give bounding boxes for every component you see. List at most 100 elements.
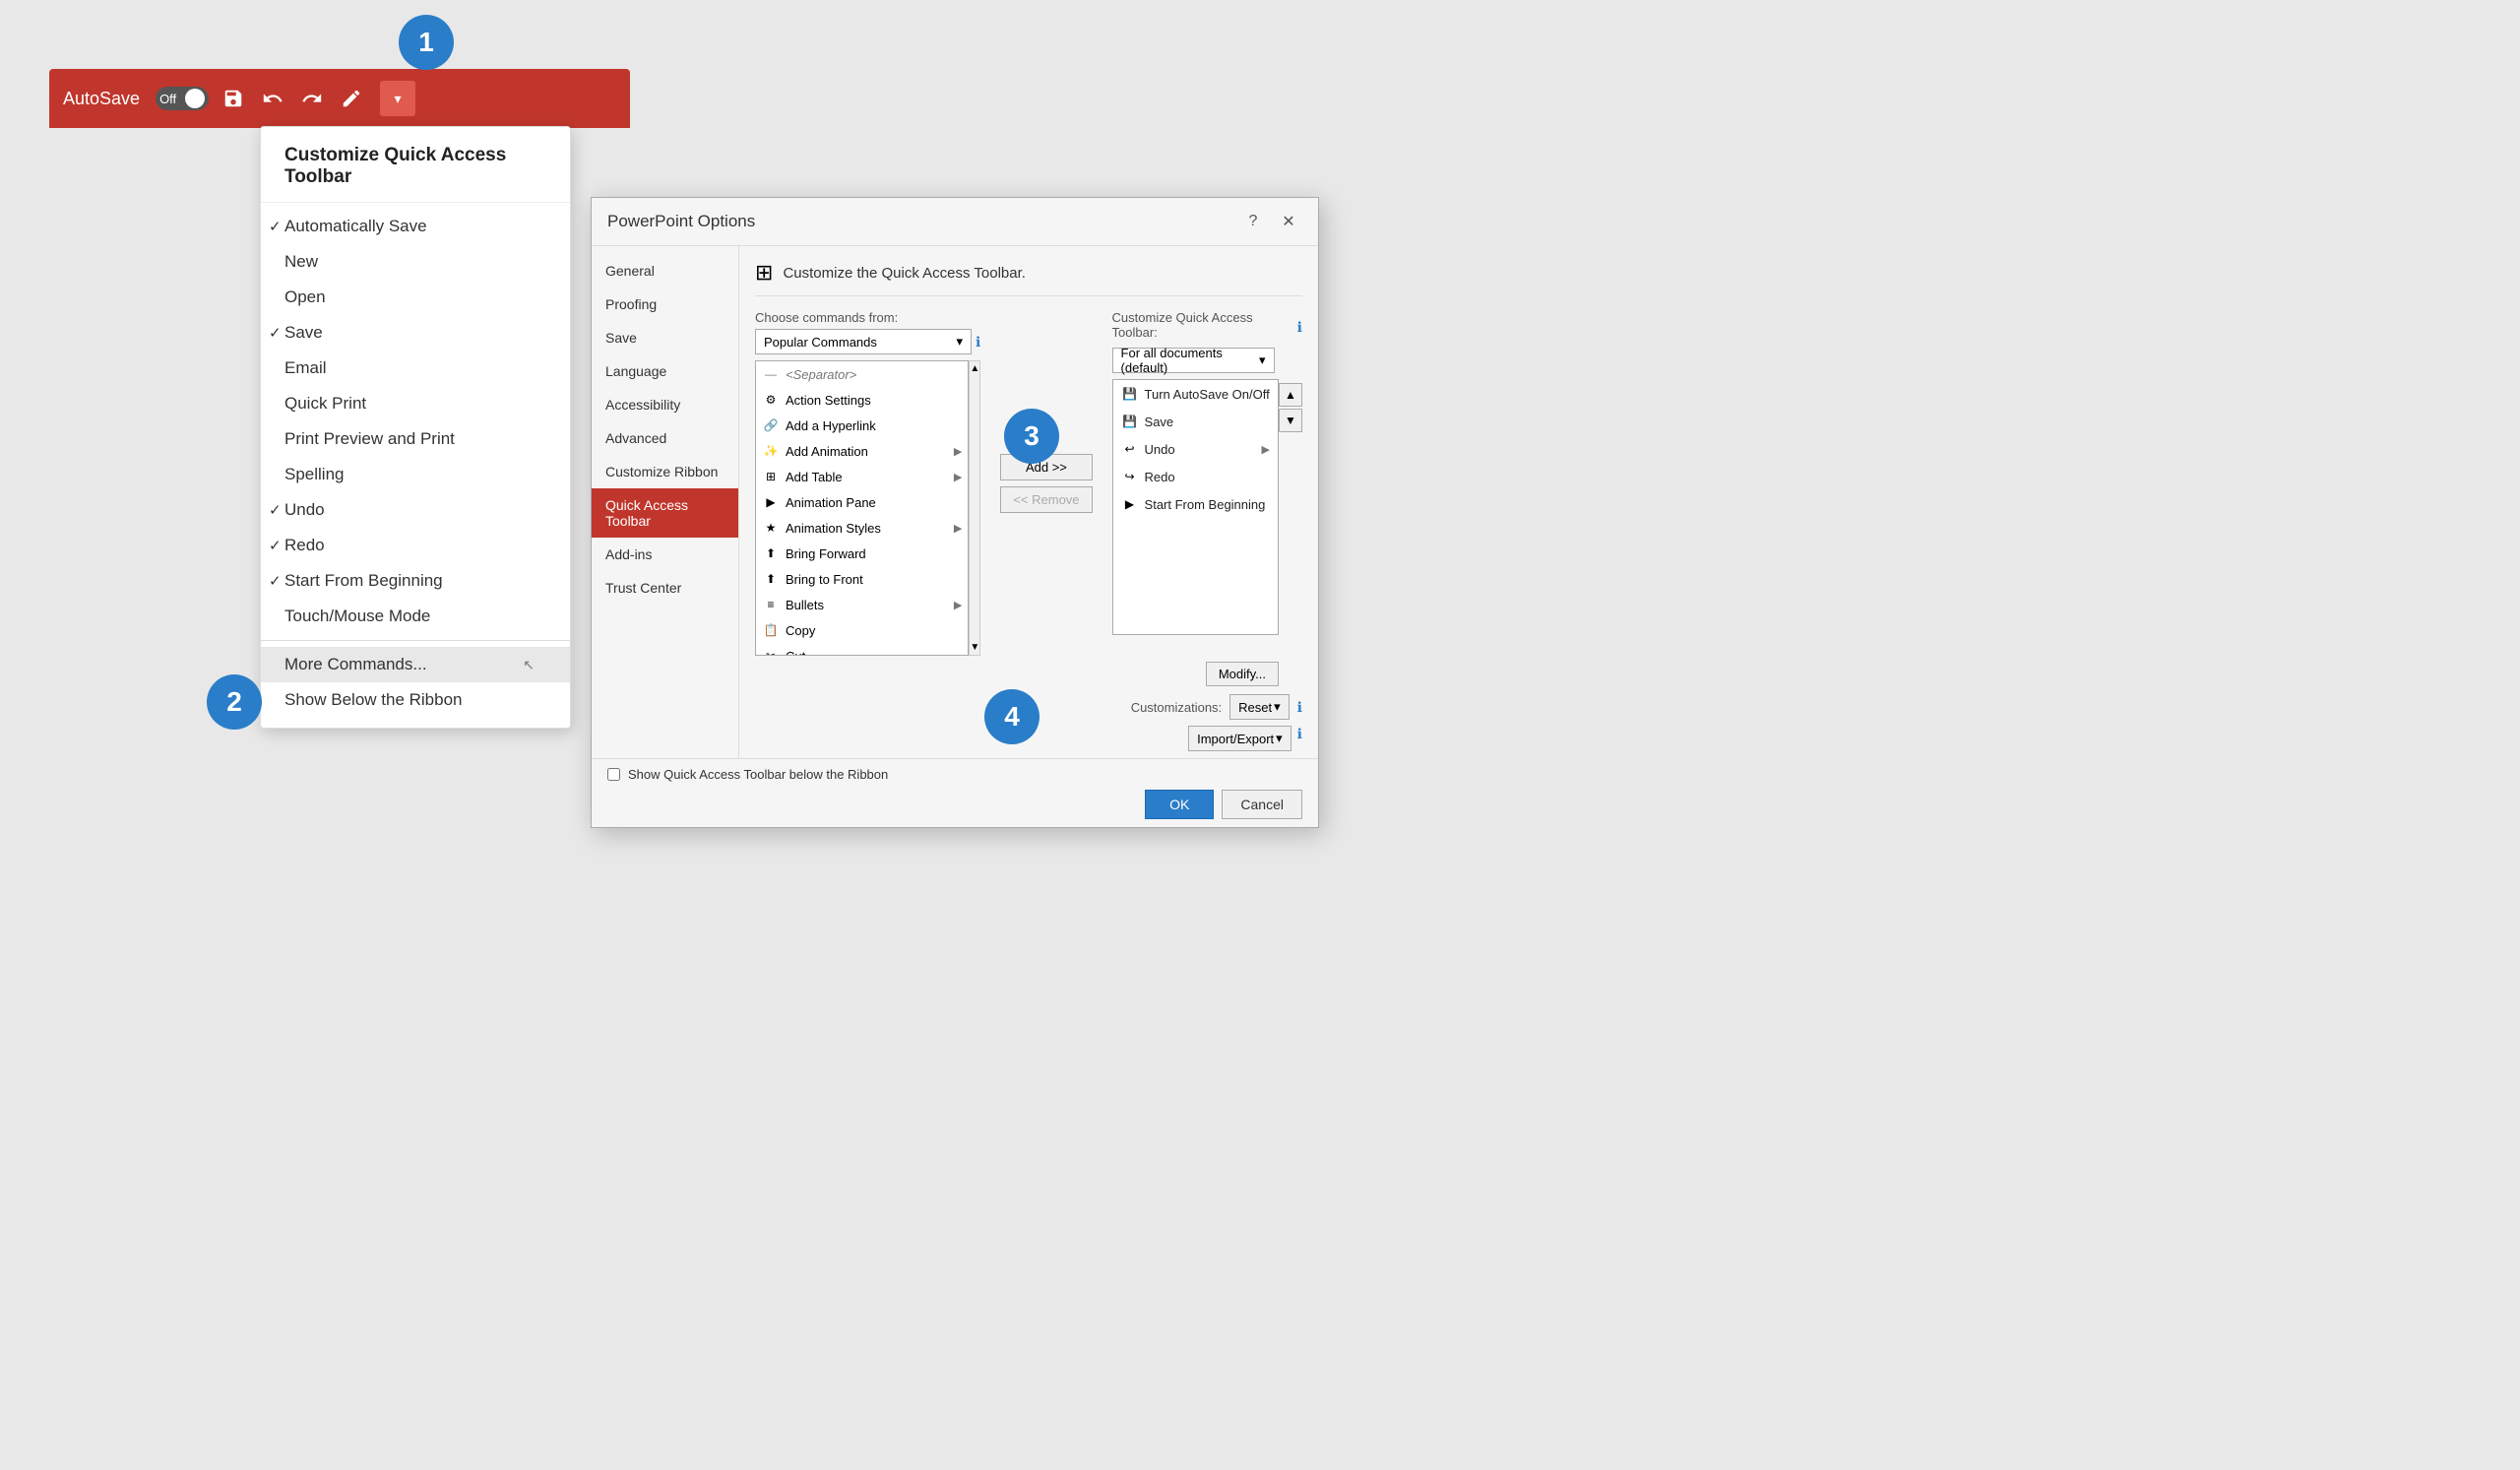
qat-item-start-from-beginning[interactable]: ▶ Start From Beginning bbox=[1113, 490, 1278, 518]
dialog-footer: Show Quick Access Toolbar below the Ribb… bbox=[592, 758, 1318, 827]
qat-item-save[interactable]: 💾 Save bbox=[1113, 408, 1278, 435]
sidebar-item-quick-access-toolbar[interactable]: Quick Access Toolbar bbox=[592, 488, 738, 538]
qat-scope-select[interactable]: For all documents (default) ▾ bbox=[1112, 348, 1275, 373]
add-table-icon: ⊞ bbox=[762, 468, 780, 485]
sidebar-item-advanced[interactable]: Advanced bbox=[592, 421, 738, 455]
step-bubble-1: 1 bbox=[399, 15, 454, 70]
step-bubble-3: 3 bbox=[1004, 409, 1059, 464]
commands-list[interactable]: — <Separator> ⚙ Action Settings 🔗 Add a … bbox=[755, 360, 969, 656]
menu-item-start-from-beginning[interactable]: Start From Beginning bbox=[261, 563, 570, 599]
command-add-table[interactable]: ⊞ Add Table ▶ bbox=[756, 464, 968, 489]
undo-icon[interactable] bbox=[258, 84, 287, 113]
add-remove-col: Add >> << Remove bbox=[994, 310, 1098, 656]
cancel-button[interactable]: Cancel bbox=[1222, 790, 1302, 819]
choose-commands-label: Choose commands from: bbox=[755, 310, 980, 325]
sidebar-item-proofing[interactable]: Proofing bbox=[592, 288, 738, 321]
command-copy[interactable]: 📋 Copy bbox=[756, 617, 968, 643]
dialog-controls: ? ✕ bbox=[1239, 208, 1302, 235]
dialog-close-button[interactable]: ✕ bbox=[1275, 208, 1302, 235]
sidebar-item-customize-ribbon[interactable]: Customize Ribbon bbox=[592, 455, 738, 488]
menu-item-auto-save[interactable]: Automatically Save bbox=[261, 209, 570, 244]
command-action-settings[interactable]: ⚙ Action Settings bbox=[756, 387, 968, 413]
customizations-label: Customizations: bbox=[1131, 700, 1222, 715]
move-up-button[interactable]: ▲ bbox=[1279, 383, 1302, 407]
command-bring-to-front[interactable]: ⬆ Bring to Front bbox=[756, 566, 968, 592]
bring-forward-icon: ⬆ bbox=[762, 544, 780, 562]
qat-item-redo[interactable]: ↪ Redo bbox=[1113, 463, 1278, 490]
powerpoint-options-dialog: PowerPoint Options ? ✕ General Proofing … bbox=[591, 197, 1319, 828]
dialog-header: ⊞ Customize the Quick Access Toolbar. bbox=[755, 260, 1302, 296]
menu-item-spelling[interactable]: Spelling bbox=[261, 457, 570, 492]
command-bullets[interactable]: ≡ Bullets ▶ bbox=[756, 592, 968, 617]
dialog-header-text: Customize the Quick Access Toolbar. bbox=[783, 265, 1026, 282]
animation-pane-icon: ▶ bbox=[762, 493, 780, 511]
show-below-ribbon-row: Show Quick Access Toolbar below the Ribb… bbox=[607, 767, 1302, 782]
cut-icon: ✂ bbox=[762, 647, 780, 656]
menu-item-more-commands[interactable]: More Commands... ↖ bbox=[261, 647, 570, 682]
undo-qat-icon: ↩ bbox=[1121, 440, 1139, 458]
copy-icon: 📋 bbox=[762, 621, 780, 639]
qat-item-autosave[interactable]: 💾 Turn AutoSave On/Off bbox=[1113, 380, 1278, 408]
sidebar-item-trust-center[interactable]: Trust Center bbox=[592, 571, 738, 605]
modify-button[interactable]: Modify... bbox=[1206, 662, 1279, 686]
menu-item-quick-print[interactable]: Quick Print bbox=[261, 386, 570, 421]
sidebar-item-add-ins[interactable]: Add-ins bbox=[592, 538, 738, 571]
sidebar-item-accessibility[interactable]: Accessibility bbox=[592, 388, 738, 421]
dropdown-title: Customize Quick Access Toolbar bbox=[261, 137, 570, 203]
ok-button[interactable]: OK bbox=[1145, 790, 1214, 819]
choose-commands-info[interactable]: ℹ bbox=[976, 334, 980, 351]
dialog-body: General Proofing Save Language Accessibi… bbox=[592, 246, 1318, 758]
autosave-label: AutoSave bbox=[63, 89, 140, 109]
import-export-info-icon[interactable]: ℹ bbox=[1297, 726, 1302, 751]
import-export-button[interactable]: Import/Export ▾ bbox=[1188, 726, 1292, 751]
dialog-title: PowerPoint Options bbox=[607, 212, 755, 231]
start-qat-icon: ▶ bbox=[1121, 495, 1139, 513]
menu-item-email[interactable]: Email bbox=[261, 351, 570, 386]
dialog-help-button[interactable]: ? bbox=[1239, 208, 1267, 235]
step-bubble-2: 2 bbox=[207, 674, 262, 730]
command-cut[interactable]: ✂ Cut bbox=[756, 643, 968, 656]
save-icon[interactable] bbox=[219, 84, 248, 113]
customize-qat-button[interactable]: ▾ bbox=[380, 81, 415, 116]
menu-item-save[interactable]: Save bbox=[261, 315, 570, 351]
autosave-qat-icon: 💾 bbox=[1121, 385, 1139, 403]
separator-icon: — bbox=[762, 365, 780, 383]
menu-item-show-below[interactable]: Show Below the Ribbon bbox=[261, 682, 570, 718]
menu-item-undo[interactable]: Undo bbox=[261, 492, 570, 528]
format-icon[interactable] bbox=[337, 84, 366, 113]
reset-button[interactable]: Reset ▾ bbox=[1229, 694, 1290, 720]
menu-item-new[interactable]: New bbox=[261, 244, 570, 280]
undo-sub-arrow: ▶ bbox=[1262, 443, 1270, 456]
sidebar-item-save[interactable]: Save bbox=[592, 321, 738, 354]
move-down-button[interactable]: ▼ bbox=[1279, 409, 1302, 432]
dialog-main: ⊞ Customize the Quick Access Toolbar. Ch… bbox=[739, 246, 1318, 758]
menu-item-open[interactable]: Open bbox=[261, 280, 570, 315]
command-add-hyperlink[interactable]: 🔗 Add a Hyperlink bbox=[756, 413, 968, 438]
command-animation-styles[interactable]: ★ Animation Styles ▶ bbox=[756, 515, 968, 541]
command-separator[interactable]: — <Separator> bbox=[756, 361, 968, 387]
add-hyperlink-icon: 🔗 bbox=[762, 416, 780, 434]
menu-divider-1 bbox=[261, 640, 570, 641]
commands-scrollbar[interactable]: ▲ ▼ bbox=[969, 360, 980, 656]
command-animation-pane[interactable]: ▶ Animation Pane bbox=[756, 489, 968, 515]
redo-qat-icon: ↪ bbox=[1121, 468, 1139, 485]
add-table-expand: ▶ bbox=[954, 471, 962, 483]
menu-item-touch-mouse[interactable]: Touch/Mouse Mode bbox=[261, 599, 570, 634]
toggle-knob bbox=[185, 89, 205, 108]
remove-button[interactable]: << Remove bbox=[1000, 486, 1092, 513]
qat-list[interactable]: 💾 Turn AutoSave On/Off 💾 Save ↩ Undo ▶ bbox=[1112, 379, 1279, 635]
menu-item-print-preview[interactable]: Print Preview and Print bbox=[261, 421, 570, 457]
qat-info-icon[interactable]: ℹ bbox=[1297, 319, 1302, 336]
menu-item-redo[interactable]: Redo bbox=[261, 528, 570, 563]
step-bubble-4: 4 bbox=[984, 689, 1040, 744]
sidebar-item-general[interactable]: General bbox=[592, 254, 738, 288]
reset-info-icon[interactable]: ℹ bbox=[1297, 699, 1302, 716]
choose-commands-select[interactable]: Popular Commands ▾ bbox=[755, 329, 972, 354]
redo-icon[interactable] bbox=[297, 84, 327, 113]
qat-item-undo[interactable]: ↩ Undo ▶ bbox=[1113, 435, 1278, 463]
sidebar-item-language[interactable]: Language bbox=[592, 354, 738, 388]
command-bring-forward[interactable]: ⬆ Bring Forward bbox=[756, 541, 968, 566]
autosave-toggle[interactable]: Off bbox=[156, 87, 209, 110]
show-below-ribbon-checkbox[interactable] bbox=[607, 768, 620, 781]
command-add-animation[interactable]: ✨ Add Animation ▶ bbox=[756, 438, 968, 464]
